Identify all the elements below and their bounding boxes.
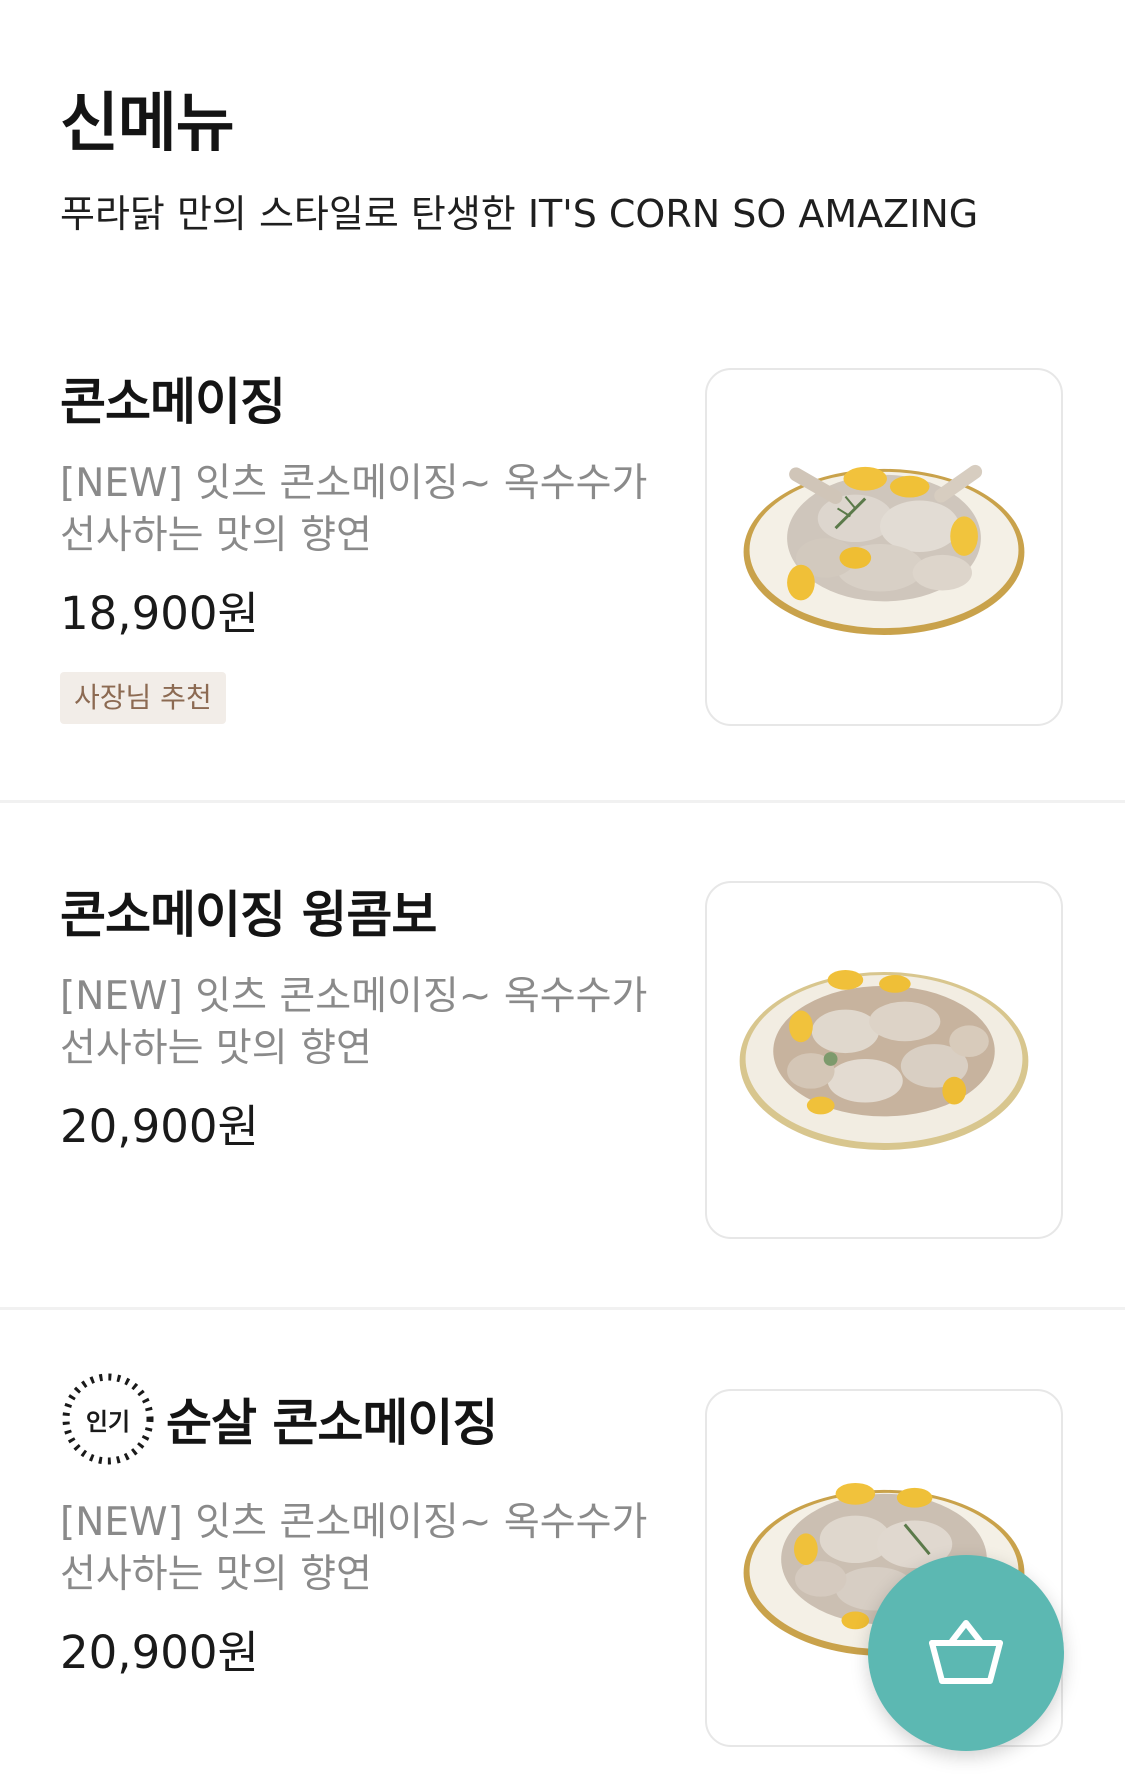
menu-item-price: 18,900원	[60, 587, 259, 640]
menu-item-info: 콘소메이징 윙콤보 [NEW] 잇츠 콘소메이징~ 옥수수가 선사하는 맛의 향…	[60, 881, 680, 1157]
wing-combo-plate-image[interactable]	[705, 881, 1063, 1239]
section-divider	[0, 800, 1125, 803]
menu-item-price: 20,900원	[60, 1626, 259, 1679]
basket-icon	[929, 1620, 1003, 1684]
recommend-badge: 사장님 추천	[60, 672, 226, 724]
menu-item-description: [NEW] 잇츠 콘소메이징~ 옥수수가 선사하는 맛의 향연	[60, 1500, 648, 1597]
page-title: 신메뉴	[60, 87, 235, 161]
page-header: 신메뉴 푸라닭 만의 스타일로 탄생한 IT'S CORN SO AMAZING	[60, 84, 1065, 238]
chicken-plate-image[interactable]	[705, 368, 1063, 726]
menu-item-name: 콘소메이징	[60, 373, 286, 431]
menu-item-name: 순살 콘소메이징	[166, 1394, 498, 1452]
menu-page: 신메뉴 푸라닭 만의 스타일로 탄생한 IT'S CORN SO AMAZING…	[0, 0, 1125, 1784]
menu-item-description: [NEW] 잇츠 콘소메이징~ 옥수수가 선사하는 맛의 향연	[60, 974, 648, 1071]
section-divider	[0, 1307, 1125, 1310]
menu-item-info: 인기 순살 콘소메이징 [NEW] 잇츠 콘소메이징~ 옥수수가 선사하는 맛의…	[60, 1373, 680, 1683]
menu-item-price: 20,900원	[60, 1100, 259, 1153]
popular-label: 인기	[85, 1407, 131, 1436]
menu-item-info: 콘소메이징 [NEW] 잇츠 콘소메이징~ 옥수수가 선사하는 맛의 향연 18…	[60, 368, 680, 724]
page-subtitle: 푸라닭 만의 스타일로 탄생한 IT'S CORN SO AMAZING	[60, 192, 979, 236]
menu-item-description: [NEW] 잇츠 콘소메이징~ 옥수수가 선사하는 맛의 향연	[60, 461, 648, 558]
cart-button[interactable]	[868, 1555, 1064, 1751]
popular-badge: 인기	[60, 1371, 156, 1467]
menu-item-name: 콘소메이징 윙콤보	[60, 886, 437, 944]
